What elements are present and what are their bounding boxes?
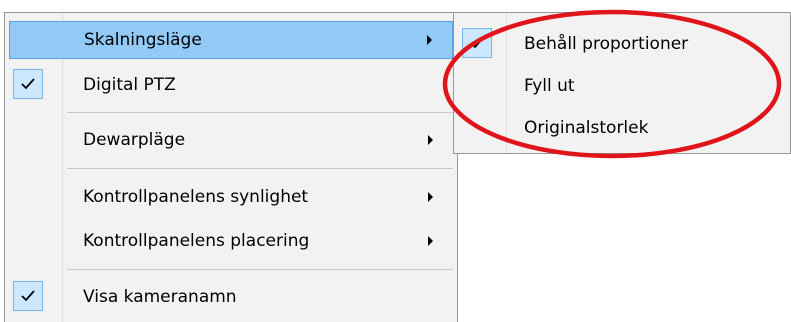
menu-item-label: Originalstorlek [524,118,649,138]
check-icon [21,78,35,90]
menu-item-show-camera-name[interactable]: Visa kameranamn [9,278,453,316]
menu-item-label: Digital PTZ [83,75,176,95]
menu-gutter-divider [62,13,63,322]
menu-item-label: Skalningsläge [84,30,202,50]
menu-item-label: Dewarpläge [83,130,186,150]
check-icon [21,290,35,302]
submenu-item-fill[interactable]: Fyll ut [458,67,786,105]
checked-indicator [13,69,43,99]
menu-item-control-panel-placement[interactable]: Kontrollpanelens placering [9,222,453,260]
submenu-item-keep-aspect[interactable]: Behåll proportioner [458,25,786,63]
menu-item-label: Kontrollpanelens placering [83,231,310,251]
context-menu: Skalningsläge Digital PTZ Dewarpläge Kon… [4,12,458,322]
checked-indicator [462,28,492,58]
menu-item-label: Behåll proportioner [524,34,689,54]
submenu-arrow-icon [428,236,433,246]
checked-indicator [13,281,43,311]
submenu-item-original-size[interactable]: Originalstorlek [458,109,786,147]
submenu-arrow-icon [428,135,433,145]
menu-separator [67,112,453,113]
menu-item-label: Kontrollpanelens synlighet [83,187,309,207]
menu-item-digital-ptz[interactable]: Digital PTZ [9,66,453,104]
menu-item-label: Fyll ut [524,76,575,96]
menu-item-scaling-mode[interactable]: Skalningsläge [9,21,453,59]
menu-item-label: Visa kameranamn [83,287,237,307]
menu-item-control-panel-visibility[interactable]: Kontrollpanelens synlighet [9,178,453,216]
submenu-arrow-icon [427,35,432,45]
menu-separator [67,269,453,270]
menu-separator [67,168,453,169]
submenu-arrow-icon [428,192,433,202]
scaling-mode-submenu: Behåll proportioner Fyll ut Originalstor… [453,12,791,154]
check-icon [470,37,484,49]
menu-item-dewarp-mode[interactable]: Dewarpläge [9,121,453,159]
